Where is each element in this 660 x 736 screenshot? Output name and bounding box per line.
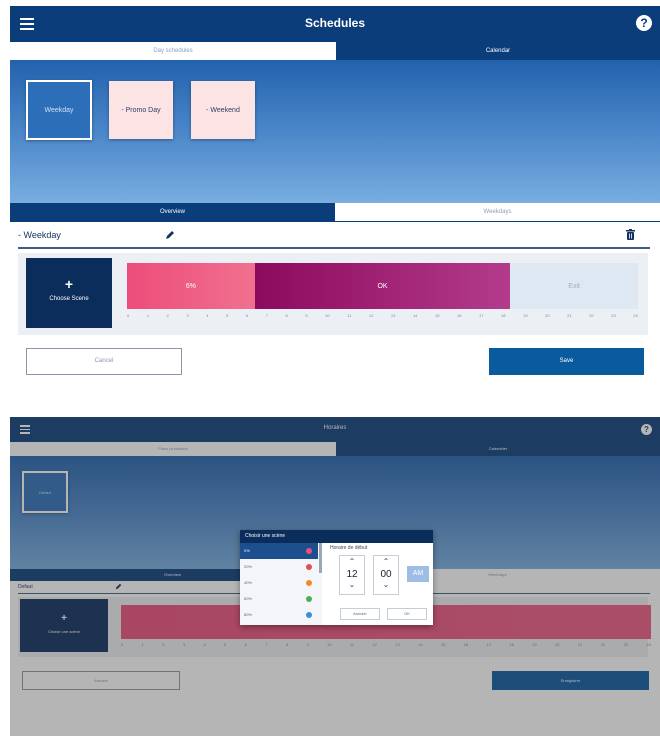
day-card-label: - Promo Day — [121, 106, 161, 114]
hour-tick-label: 0 — [127, 313, 130, 318]
scene-list-item[interactable]: 0% — [240, 543, 318, 559]
plus-icon: + — [64, 276, 74, 292]
day-header-underline — [18, 247, 650, 249]
timeline-panel: + Choose Scene 6% OK Exit 0 1 2 3 4 5 6 7 8 9 10 11 12… — [18, 253, 648, 335]
scene-color-dot — [306, 580, 312, 586]
hour-tick-label: 21 — [567, 313, 572, 318]
hour-tick-label: 2 — [166, 313, 169, 318]
tab-weekdays[interactable]: Weekdays — [335, 203, 660, 222]
hour-spinner[interactable]: ⌃ 12 ⌄ — [339, 555, 365, 595]
day-card-weekend[interactable]: - Weekend — [191, 81, 255, 139]
timeline-bar[interactable]: 6% OK Exit — [127, 263, 638, 309]
hour-tick-label: 20 — [545, 313, 550, 318]
hour-tick-label: 23 — [611, 313, 616, 318]
horaires-screen: Horaires ? Plans journaliers Calendrier … — [10, 417, 660, 736]
hour-tick-label: 9 — [305, 313, 308, 318]
page-title: Schedules — [304, 16, 366, 30]
hour-tick-label: 24 — [633, 313, 638, 318]
scene-list-item[interactable]: 80% — [240, 607, 318, 623]
timeline-segment[interactable]: OK — [254, 263, 511, 309]
scene-label: 80% — [244, 612, 253, 617]
help-icon[interactable]: ? — [636, 15, 652, 31]
main-tabs: Day schedules Calendar — [10, 42, 660, 60]
day-card-weekday[interactable]: Weekday — [26, 80, 92, 140]
scene-list-item[interactable]: 20% — [240, 559, 318, 575]
minute-spinner[interactable]: ⌃ 00 ⌄ — [373, 555, 399, 595]
dialog-ok-button[interactable]: OK — [387, 608, 427, 620]
delete-trash-icon[interactable] — [626, 229, 635, 240]
dialog-title: Choisir une scène — [240, 530, 433, 543]
day-schedule-area: Weekday - Promo Day - Weekend — [10, 60, 660, 203]
day-header: - Weekday — [10, 224, 660, 246]
tab-overview[interactable]: Overview — [10, 203, 335, 222]
hour-tick-label: 15 — [434, 313, 440, 318]
chevron-up-icon[interactable]: ⌃ — [340, 557, 364, 566]
hour-tick-label: 1 — [146, 313, 150, 318]
header-bar: Schedules ? — [10, 6, 660, 42]
hour-value: 12 — [346, 569, 358, 580]
timeline-segment[interactable]: 6% — [127, 263, 255, 309]
save-button[interactable]: Save — [489, 348, 644, 375]
scene-label: 0% — [244, 548, 250, 553]
ampm-toggle[interactable]: AM — [407, 566, 429, 582]
choose-scene-label: Choose Scene — [49, 296, 89, 302]
scene-label: 20% — [244, 564, 253, 569]
day-card-label: - Weekend — [206, 106, 240, 114]
hour-tick-label: 10 — [325, 313, 330, 318]
scene-label: 40% — [244, 580, 253, 585]
view-tabs: Overview Weekdays — [10, 203, 660, 222]
tab-calendar[interactable]: Calendar — [336, 42, 660, 60]
hour-tick-label: 22 — [589, 313, 594, 318]
dialog-cancel-button[interactable]: Annuler — [340, 608, 380, 620]
scene-color-dot — [306, 612, 312, 618]
hour-tick-label: 8 — [285, 313, 288, 318]
scene-list-scrollbar[interactable] — [319, 543, 322, 573]
timeline-segment[interactable]: Exit — [510, 263, 638, 309]
scene-color-dot — [306, 564, 312, 570]
cancel-button[interactable]: Cancel — [26, 348, 182, 375]
start-time-label: Horaire de début — [330, 545, 368, 551]
choose-scene-dialog: Choisir une scène 0% 20% 40% 60% 80% Horaire… — [240, 530, 433, 625]
hour-tick-label: 5 — [226, 313, 229, 318]
day-card-label: Weekday — [44, 106, 74, 114]
hour-tick-label: 7 — [265, 313, 268, 318]
hour-tick-label: 3 — [186, 313, 189, 318]
chevron-down-icon[interactable]: ⌄ — [374, 580, 398, 589]
scene-color-dot — [306, 596, 312, 602]
hour-tick-label: 18 — [501, 313, 506, 318]
hour-tick-label: 13 — [390, 313, 396, 318]
tab-day-schedules[interactable]: Day schedules — [10, 42, 336, 60]
hour-tick-label: 17 — [479, 313, 484, 318]
hour-tick-label: 11 — [347, 313, 352, 318]
hour-ticks: 0 1 2 3 4 5 6 7 8 9 10 11 12 13 14 15 16 17 18 19 20 21 22 23 24 — [127, 313, 638, 318]
chevron-up-icon[interactable]: ⌃ — [374, 557, 398, 566]
chevron-down-icon[interactable]: ⌄ — [340, 580, 364, 589]
edit-pencil-icon[interactable] — [165, 230, 175, 240]
scene-list-item[interactable]: 40% — [240, 575, 318, 591]
day-card-promo[interactable]: - Promo Day — [109, 81, 173, 139]
hour-tick-label: 14 — [412, 313, 418, 318]
hour-tick-label: 4 — [206, 313, 209, 318]
scene-label: 60% — [244, 596, 253, 601]
scene-color-dot — [306, 548, 312, 554]
scene-list-item[interactable]: 60% — [240, 591, 318, 607]
hour-tick-label: 16 — [457, 313, 462, 318]
hour-tick-label: 6 — [245, 313, 249, 318]
choose-scene-button[interactable]: + Choose Scene — [26, 258, 112, 328]
minute-value: 00 — [380, 569, 392, 580]
day-name: - Weekday — [18, 230, 61, 240]
hour-tick-label: 19 — [523, 313, 528, 318]
hour-tick-label: 12 — [368, 313, 374, 318]
schedules-screen: Schedules ? Day schedules Calendar Weekd… — [10, 6, 660, 390]
scene-list: 0% 20% 40% 60% 80% — [240, 543, 322, 625]
